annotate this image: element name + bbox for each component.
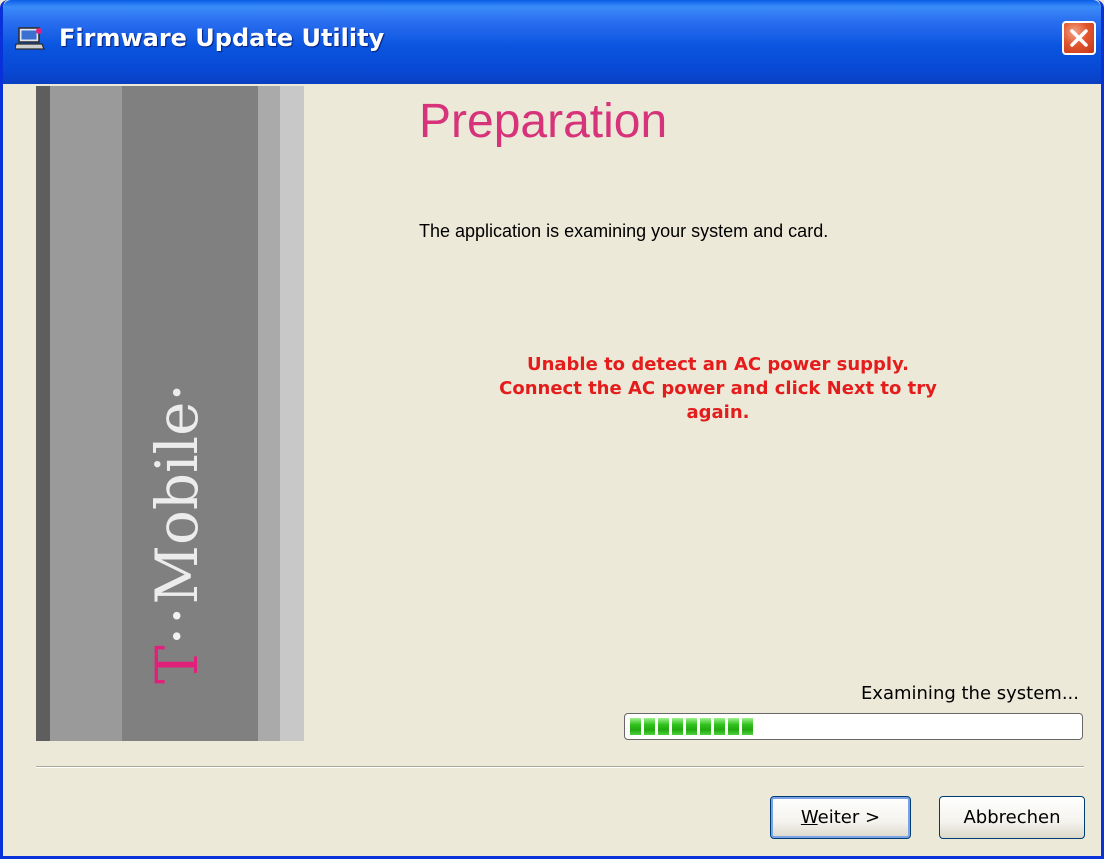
progress-segment bbox=[672, 718, 683, 735]
next-button[interactable]: Weiter > bbox=[770, 796, 911, 839]
close-button[interactable] bbox=[1062, 21, 1096, 55]
progress-status: Examining the system... bbox=[860, 683, 1079, 704]
warning-line: Connect the AC power and click Next to t… bbox=[499, 378, 937, 399]
cancel-button[interactable]: Abbrechen bbox=[939, 796, 1085, 839]
progress-segment bbox=[630, 718, 641, 735]
progress-segment bbox=[644, 718, 655, 735]
progress-segment bbox=[700, 718, 711, 735]
next-label: eiter > bbox=[817, 807, 881, 828]
page-title: Preparation bbox=[419, 95, 668, 148]
intro-text: The application is examining your system… bbox=[419, 221, 829, 241]
warning-line: again. bbox=[686, 402, 750, 423]
progress-segment bbox=[658, 718, 669, 735]
progress-segment bbox=[714, 718, 725, 735]
title-bar[interactable]: Firmware Update Utility bbox=[3, 0, 1101, 84]
brand-banner: T··Mobile· bbox=[36, 86, 304, 741]
t-mobile-logo: T··Mobile· bbox=[143, 383, 211, 684]
progress-segment bbox=[686, 718, 697, 735]
warning-message: Unable to detect an AC power supply. Con… bbox=[463, 353, 973, 425]
progress-bar bbox=[624, 713, 1083, 740]
close-icon bbox=[1070, 29, 1088, 47]
logo-word: Mobile· bbox=[143, 383, 211, 605]
footer-divider bbox=[36, 766, 1084, 768]
laptop-icon bbox=[14, 26, 45, 52]
progress-segment bbox=[742, 718, 753, 735]
warning-line: Unable to detect an AC power supply. bbox=[526, 354, 910, 375]
progress-fill bbox=[630, 718, 1077, 735]
logo-t: T bbox=[143, 645, 211, 684]
firmware-update-window: Firmware Update Utility T··Mobile· Prepa… bbox=[0, 0, 1104, 859]
window-title: Firmware Update Utility bbox=[59, 24, 385, 52]
logo-dots: ·· bbox=[143, 604, 211, 646]
next-mnemonic: W bbox=[800, 807, 818, 828]
progress-segment bbox=[728, 718, 739, 735]
